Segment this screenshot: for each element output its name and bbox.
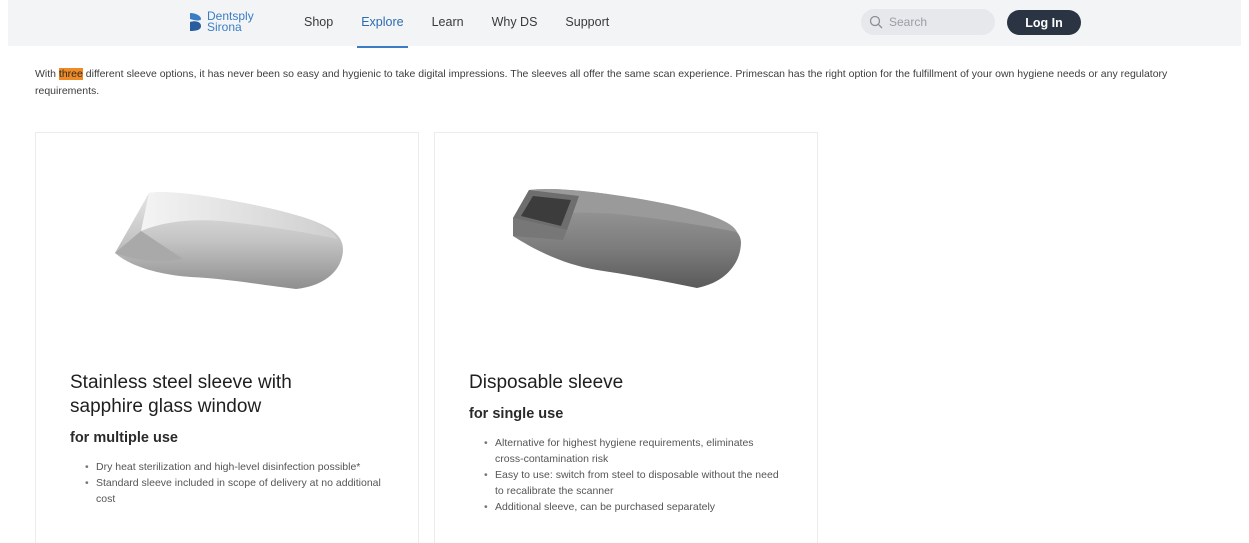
card-subtitle: for multiple use [70,430,178,446]
card-title: Stainless steel sleeve with sapphire gla… [70,371,292,419]
disposable-sleeve-image [513,188,741,288]
card-title-line-1: Stainless steel sleeve with [70,372,292,393]
nav-support[interactable]: Support [565,0,609,46]
card-title: Disposable sleeve [469,371,623,395]
top-navigation-bar: Dentsply Sirona Shop Explore Learn Why D… [8,0,1241,48]
feature-list: Dry heat sterilization and high-level di… [85,459,386,507]
feature-list: Alternative for highest hygiene requirem… [484,435,785,515]
search-input[interactable] [889,15,985,29]
list-item: Easy to use: switch from steel to dispos… [484,467,785,499]
card-title-line-2: sapphire glass window [70,396,262,417]
search-icon [869,15,883,29]
highlighted-word: three [58,68,83,80]
sleeve-card-disposable: Disposable sleeve for single use Alterna… [434,132,818,543]
intro-text-after: different sleeve options, it has never b… [35,68,1168,97]
card-title-line-1: Disposable sleeve [469,372,624,393]
login-button[interactable]: Log In [1007,10,1081,35]
nav-why-ds[interactable]: Why DS [492,0,538,46]
logo-text: Dentsply Sirona [207,10,254,34]
logo-line-2: Sirona [207,20,242,34]
list-item: Additional sleeve, can be purchased sepa… [484,499,785,515]
dentsply-sirona-logo[interactable]: Dentsply Sirona [188,10,254,34]
search-box[interactable] [861,9,995,35]
stainless-steel-sleeve-image [115,192,343,289]
list-item: Alternative for highest hygiene requirem… [484,435,785,467]
nav-learn[interactable]: Learn [432,0,464,46]
card-subtitle: for single use [469,406,564,422]
intro-paragraph: With three different sleeve options, it … [35,66,1225,100]
list-item: Standard sleeve included in scope of del… [85,475,386,507]
main-nav: Shop Explore Learn Why DS Support [304,0,637,48]
dentsply-logo-icon [190,13,201,31]
sleeve-card-stainless-steel: Stainless steel sleeve with sapphire gla… [35,132,419,543]
list-item: Dry heat sterilization and high-level di… [85,459,386,475]
nav-shop[interactable]: Shop [304,0,333,46]
nav-explore[interactable]: Explore [357,0,409,48]
intro-text-before: With [35,68,59,80]
